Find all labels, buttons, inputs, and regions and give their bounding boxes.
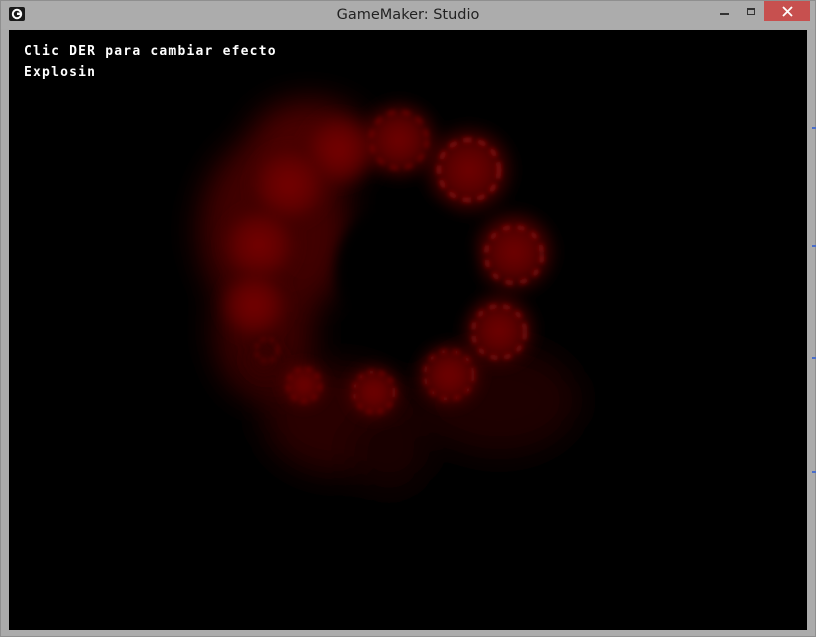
explosion-effect xyxy=(199,95,579,490)
game-canvas[interactable]: Clic DER para cambiar efecto Explosin xyxy=(9,30,807,630)
game-window: GameMaker: Studio Clic DER para cambiar … xyxy=(0,0,816,637)
close-button[interactable] xyxy=(764,1,810,21)
minimize-icon xyxy=(719,13,729,15)
ring-hollow xyxy=(336,202,472,338)
close-icon xyxy=(781,5,793,17)
edge-mark xyxy=(812,471,816,473)
edge-mark xyxy=(812,127,816,129)
hud-effect-name: Explosin xyxy=(24,65,97,80)
edge-mark xyxy=(812,357,816,359)
edge-mark xyxy=(812,245,816,247)
hud-instruction-text: Clic DER para cambiar efecto xyxy=(24,44,277,59)
maximize-icon xyxy=(747,7,755,15)
window-title: GameMaker: Studio xyxy=(336,7,480,23)
maximize-button[interactable] xyxy=(738,1,764,21)
minimize-button[interactable] xyxy=(710,1,738,21)
title-bar[interactable]: GameMaker: Studio xyxy=(1,1,815,29)
